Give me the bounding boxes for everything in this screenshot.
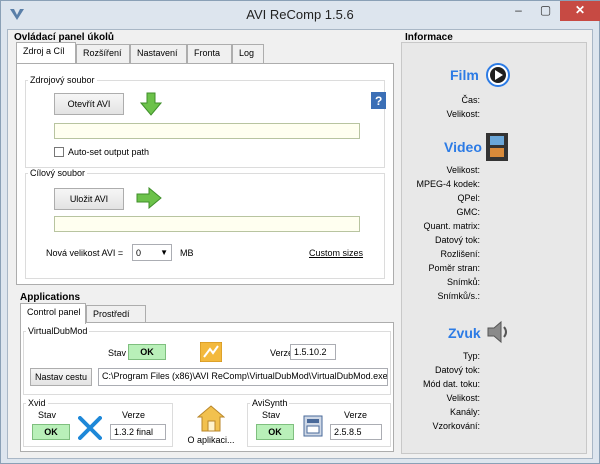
chevron-down-icon: ▼: [160, 248, 168, 257]
zvuk-datovy-tok-label: Datový tok:: [434, 365, 480, 375]
autoset-label: Auto-set output path: [68, 147, 150, 157]
source-group-label: Zdrojový soubor: [28, 75, 97, 85]
source-path-field[interactable]: [54, 123, 360, 139]
app-window: AVI ReComp 1.5.6 – ▢ ✕ Ovládací panel úk…: [0, 0, 600, 464]
vdm-path-field[interactable]: C:\Program Files (x86)\AVI ReComp\Virtua…: [98, 368, 388, 386]
target-group-label: Cílový soubor: [28, 168, 88, 178]
home-icon: [197, 405, 225, 432]
virtualdub-icon: [200, 342, 222, 362]
xvid-stav-value: OK: [32, 424, 70, 440]
applications-title: Applications: [20, 292, 81, 303]
xvid-verze-value: 1.3.2 final: [110, 424, 166, 440]
virtualdubmod-label: VirtualDubMod: [26, 326, 90, 336]
target-path-field[interactable]: [54, 216, 360, 232]
info-panel: Film Čas: Velikost: Video Velikost: MPEG…: [401, 42, 587, 454]
virtualdubmod-group: VirtualDubMod Stav OK Verze 1.5.10.2 Nas…: [23, 326, 391, 395]
avisynth-icon: [303, 415, 323, 437]
applications-tab-panel: VirtualDubMod Stav OK Verze 1.5.10.2 Nas…: [20, 322, 394, 452]
video-qpel-label: QPel:: [457, 193, 480, 203]
zvuk-heading: Zvuk: [448, 325, 481, 341]
zvuk-velikost-label: Velikost:: [446, 393, 480, 403]
about-button[interactable]: O aplikaci...: [179, 405, 243, 449]
autoset-checkbox[interactable]: [54, 147, 64, 157]
film-velikost-label: Velikost:: [446, 109, 480, 119]
video-pomer-label: Poměr stran:: [428, 263, 480, 273]
video-gmc-label: GMC:: [456, 207, 481, 217]
xvid-label: Xvid: [26, 398, 48, 408]
play-icon: [486, 63, 510, 87]
video-rozliseni-label: Rozlišení:: [440, 249, 480, 259]
video-kodek-label: MPEG-4 kodek:: [416, 179, 480, 189]
zvuk-mod-label: Mód dat. toku:: [422, 379, 480, 389]
set-path-button[interactable]: Nastav cestu: [30, 368, 92, 386]
tab-fronta[interactable]: Fronta: [187, 44, 232, 63]
zvuk-typ-label: Typ:: [462, 351, 480, 361]
minimize-button[interactable]: –: [505, 1, 532, 21]
zvuk-vzorkovani-label: Vzorkování:: [432, 421, 480, 431]
tab-zdroj-a-cil[interactable]: Zdroj a Cíl: [16, 42, 76, 63]
xvid-verze-label: Verze: [122, 410, 146, 420]
client-area: Ovládací panel úkolů Zdroj a Cíl Rozšíře…: [7, 29, 593, 459]
size-unit: MB: [180, 248, 194, 258]
film-strip-icon: [486, 133, 508, 161]
source-group: Zdrojový soubor Otevřít AVI ? Auto-set o…: [25, 75, 386, 168]
avs-stav-value: OK: [256, 424, 294, 440]
video-snimku-s-label: Snímků/s.:: [437, 291, 480, 301]
tab-log[interactable]: Log: [232, 44, 264, 63]
xvid-icon: [78, 416, 102, 440]
video-velikost-label: Velikost:: [446, 165, 480, 175]
xvid-stav-label: Stav: [38, 410, 57, 420]
arrow-right-icon: [136, 187, 162, 209]
speaker-icon: [487, 320, 507, 344]
open-avi-button[interactable]: Otevřít AVI: [54, 93, 124, 115]
tab-nastaveni[interactable]: Nastavení: [130, 44, 187, 63]
arrow-down-icon: [140, 92, 162, 116]
video-snimku-label: Snímků:: [446, 277, 480, 287]
film-heading: Film: [450, 67, 479, 83]
close-button[interactable]: ✕: [560, 1, 600, 21]
video-heading: Video: [444, 139, 482, 155]
custom-sizes-link[interactable]: Custom sizes: [309, 248, 363, 258]
video-datovy-tok-label: Datový tok:: [434, 235, 480, 245]
vdm-verze-value: 1.5.10.2: [290, 344, 336, 360]
avs-stav-label: Stav: [262, 410, 281, 420]
tab-rozsireni[interactable]: Rozšíření: [76, 44, 130, 63]
video-quant-label: Quant. matrix:: [423, 221, 480, 231]
avisynth-label: AviSynth: [250, 398, 290, 408]
size-select-value: 0: [136, 248, 142, 258]
vdm-stav-label: Stav: [108, 348, 127, 358]
size-label: Nová velikost AVI =: [46, 248, 124, 258]
vdm-stav-value: OK: [128, 344, 166, 360]
tasks-tab-panel: Zdrojový soubor Otevřít AVI ? Auto-set o…: [16, 63, 394, 285]
xvid-group: Xvid Stav OK Verze 1.3.2 final: [23, 398, 173, 447]
about-label: O aplikaci...: [187, 435, 235, 445]
zvuk-kanaly-label: Kanály:: [449, 407, 480, 417]
film-cas-label: Čas:: [461, 95, 480, 105]
title-bar[interactable]: AVI ReComp 1.5.6 – ▢ ✕: [1, 1, 600, 29]
maximize-button[interactable]: ▢: [532, 1, 559, 21]
target-group: Cílový soubor Uložit AVI Nová velikost A…: [25, 168, 385, 279]
size-select[interactable]: 0 ▼: [132, 244, 172, 261]
save-avi-button[interactable]: Uložit AVI: [54, 188, 124, 210]
tab-control-panel[interactable]: Control panel: [20, 303, 86, 324]
